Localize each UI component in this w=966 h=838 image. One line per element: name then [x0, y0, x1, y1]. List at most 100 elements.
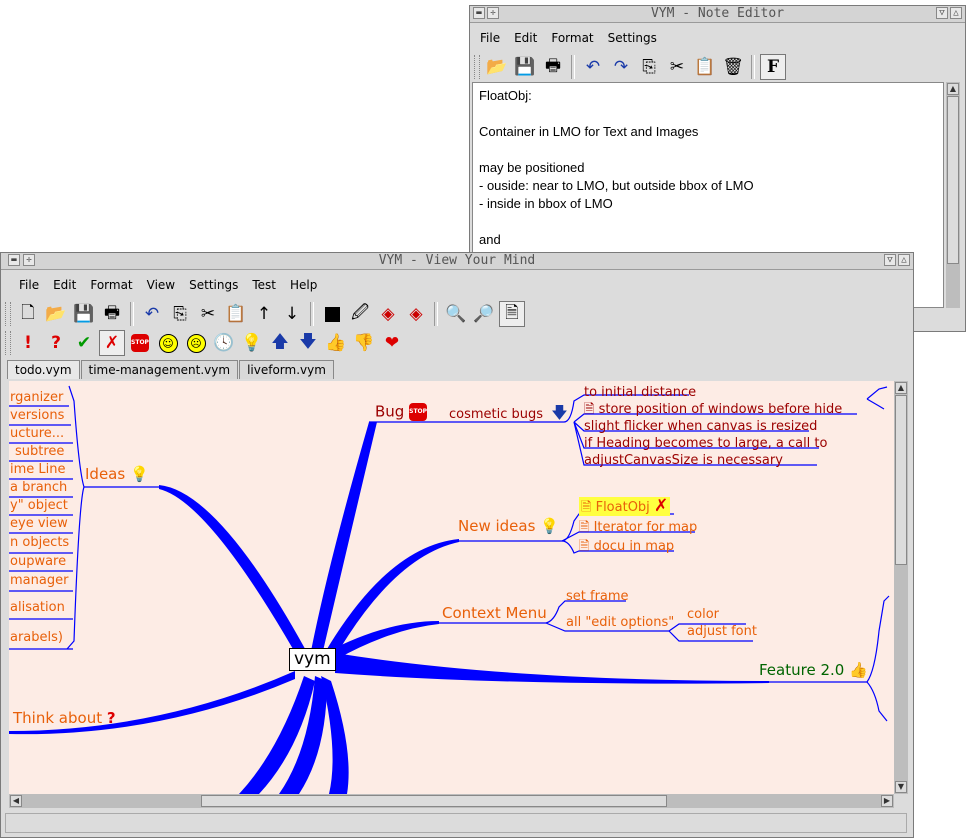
- undo-icon[interactable]: ↶: [580, 54, 606, 80]
- undo-icon[interactable]: ↶: [139, 301, 165, 327]
- note-menu-file[interactable]: File: [480, 31, 500, 45]
- save-icon[interactable]: 💾: [512, 54, 538, 80]
- note-editor-toggle-icon[interactable]: 🗎: [499, 301, 525, 327]
- note-menu-settings[interactable]: Settings: [608, 31, 657, 45]
- context-item[interactable]: all "edit options": [566, 616, 674, 629]
- window-pin-icon[interactable]: ✛: [23, 254, 35, 266]
- heart-icon[interactable]: ❤: [379, 330, 405, 356]
- window-pin-icon[interactable]: ✛: [487, 7, 499, 19]
- color-picker-icon[interactable]: 🖉: [347, 301, 373, 327]
- print-icon[interactable]: 🖶: [99, 301, 125, 327]
- bug-item[interactable]: if Heading becomes to large, a call to: [584, 437, 827, 450]
- new-file-icon[interactable]: 🗋: [15, 301, 41, 327]
- menu-file[interactable]: File: [19, 278, 39, 292]
- minimize-icon[interactable]: ▽: [936, 7, 948, 19]
- left-child[interactable]: a branch: [10, 481, 67, 494]
- idea-item[interactable]: 🗎 docu in map: [579, 540, 674, 553]
- minimize-icon[interactable]: ▽: [884, 254, 896, 266]
- bug-item[interactable]: 🗎 store position of windows before hide: [584, 403, 842, 416]
- tab-liveform[interactable]: liveform.vym: [239, 360, 334, 379]
- bug-item[interactable]: adjustCanvasSize is necessary: [584, 454, 783, 467]
- cut-icon[interactable]: ✂: [195, 301, 221, 327]
- window-menu-icon[interactable]: ▬: [8, 254, 20, 266]
- note-menu-edit[interactable]: Edit: [514, 31, 537, 45]
- paint-subtree-icon[interactable]: ◈: [403, 301, 429, 327]
- map-horizontal-scrollbar[interactable]: ◀ ▶: [9, 794, 894, 808]
- stop-icon[interactable]: STOP: [127, 330, 153, 356]
- delete-icon[interactable]: 🗑: [720, 54, 746, 80]
- left-child[interactable]: eye view: [10, 517, 68, 530]
- left-child[interactable]: oupware: [10, 555, 66, 568]
- branch-think-about[interactable]: Think about ?: [13, 711, 116, 726]
- arrow-up-icon[interactable]: 🡅: [267, 330, 293, 356]
- toolbar-grip[interactable]: [474, 55, 480, 79]
- left-child[interactable]: subtree: [15, 445, 64, 458]
- cosmetic-bugs-node[interactable]: cosmetic bugs 🡇: [449, 405, 568, 422]
- arrow-down-icon[interactable]: 🡇: [295, 330, 321, 356]
- left-child[interactable]: alisation: [10, 601, 65, 614]
- context-subitem[interactable]: adjust font: [687, 625, 757, 638]
- print-icon[interactable]: 🖶: [540, 54, 566, 80]
- font-icon[interactable]: F: [760, 54, 786, 80]
- scroll-up-icon[interactable]: ▲: [895, 382, 907, 394]
- redo-icon[interactable]: ↷: [608, 54, 634, 80]
- bug-item[interactable]: to initial distance: [584, 386, 696, 399]
- question-icon[interactable]: ?: [43, 330, 69, 356]
- tab-time-management[interactable]: time-management.vym: [80, 360, 239, 379]
- context-item[interactable]: set frame: [566, 590, 629, 603]
- smiley-good-icon[interactable]: ☺: [155, 330, 181, 356]
- move-down-icon[interactable]: ↓: [279, 301, 305, 327]
- menu-help[interactable]: Help: [290, 278, 317, 292]
- menu-settings[interactable]: Settings: [189, 278, 238, 292]
- scroll-thumb[interactable]: [947, 96, 959, 264]
- exclamation-icon[interactable]: !: [15, 330, 41, 356]
- copy-icon[interactable]: ⎘: [167, 301, 193, 327]
- maximize-icon[interactable]: △: [950, 7, 962, 19]
- paste-icon[interactable]: 📋: [223, 301, 249, 327]
- tab-todo[interactable]: todo.vym: [7, 360, 80, 379]
- scroll-right-icon[interactable]: ▶: [881, 795, 893, 807]
- smiley-bad-icon[interactable]: ☹: [183, 330, 209, 356]
- note-vertical-scrollbar[interactable]: ▲: [946, 82, 960, 308]
- branch-ideas[interactable]: Ideas 💡: [85, 467, 149, 482]
- scroll-thumb[interactable]: [895, 395, 907, 565]
- left-child[interactable]: n objects: [10, 536, 69, 549]
- bug-item[interactable]: slight flicker when canvas is resized: [584, 420, 817, 433]
- menu-format[interactable]: Format: [90, 278, 132, 292]
- zoom-in-icon[interactable]: 🔍: [443, 301, 469, 327]
- idea-item[interactable]: 🗎 Iterator for map: [579, 521, 697, 534]
- left-child[interactable]: manager: [10, 574, 68, 587]
- paste-icon[interactable]: 📋: [692, 54, 718, 80]
- menu-test[interactable]: Test: [252, 278, 276, 292]
- branch-feature-2[interactable]: Feature 2.0 👍: [759, 663, 868, 678]
- left-child[interactable]: rganizer: [10, 391, 63, 404]
- idea-item-floatobj[interactable]: 🗎 FloatObj ✗: [579, 497, 671, 516]
- left-child[interactable]: versions: [10, 409, 64, 422]
- checkmark-icon[interactable]: ✔: [71, 330, 97, 356]
- left-child[interactable]: ucture...: [10, 427, 64, 440]
- context-subitem[interactable]: color: [687, 608, 719, 621]
- left-child[interactable]: y" object: [10, 499, 68, 512]
- toolbar-grip[interactable]: [5, 331, 11, 355]
- paint-branch-icon[interactable]: ◈: [375, 301, 401, 327]
- cut-icon[interactable]: ✂: [664, 54, 690, 80]
- open-icon[interactable]: 📂: [484, 54, 510, 80]
- thumb-up-icon[interactable]: 👍: [323, 330, 349, 356]
- left-child[interactable]: ime Line: [10, 463, 66, 476]
- window-menu-icon[interactable]: ▬: [473, 7, 485, 19]
- branch-new-ideas[interactable]: New ideas 💡: [458, 519, 559, 534]
- left-child[interactable]: arabels): [10, 631, 63, 644]
- map-vertical-scrollbar[interactable]: ▲ ▼: [894, 381, 908, 794]
- scroll-down-icon[interactable]: ▼: [895, 781, 907, 793]
- scroll-thumb[interactable]: [201, 795, 667, 807]
- zoom-out-icon[interactable]: 🔎: [471, 301, 497, 327]
- scroll-left-icon[interactable]: ◀: [10, 795, 22, 807]
- clock-icon[interactable]: 🕓: [211, 330, 237, 356]
- menu-edit[interactable]: Edit: [53, 278, 76, 292]
- color-swatch-icon[interactable]: [319, 301, 345, 327]
- toolbar-grip[interactable]: [5, 302, 11, 326]
- branch-bug[interactable]: Bug STOP: [375, 403, 428, 421]
- menu-view[interactable]: View: [147, 278, 175, 292]
- maximize-icon[interactable]: △: [898, 254, 910, 266]
- branch-context-menu[interactable]: Context Menu: [442, 606, 547, 621]
